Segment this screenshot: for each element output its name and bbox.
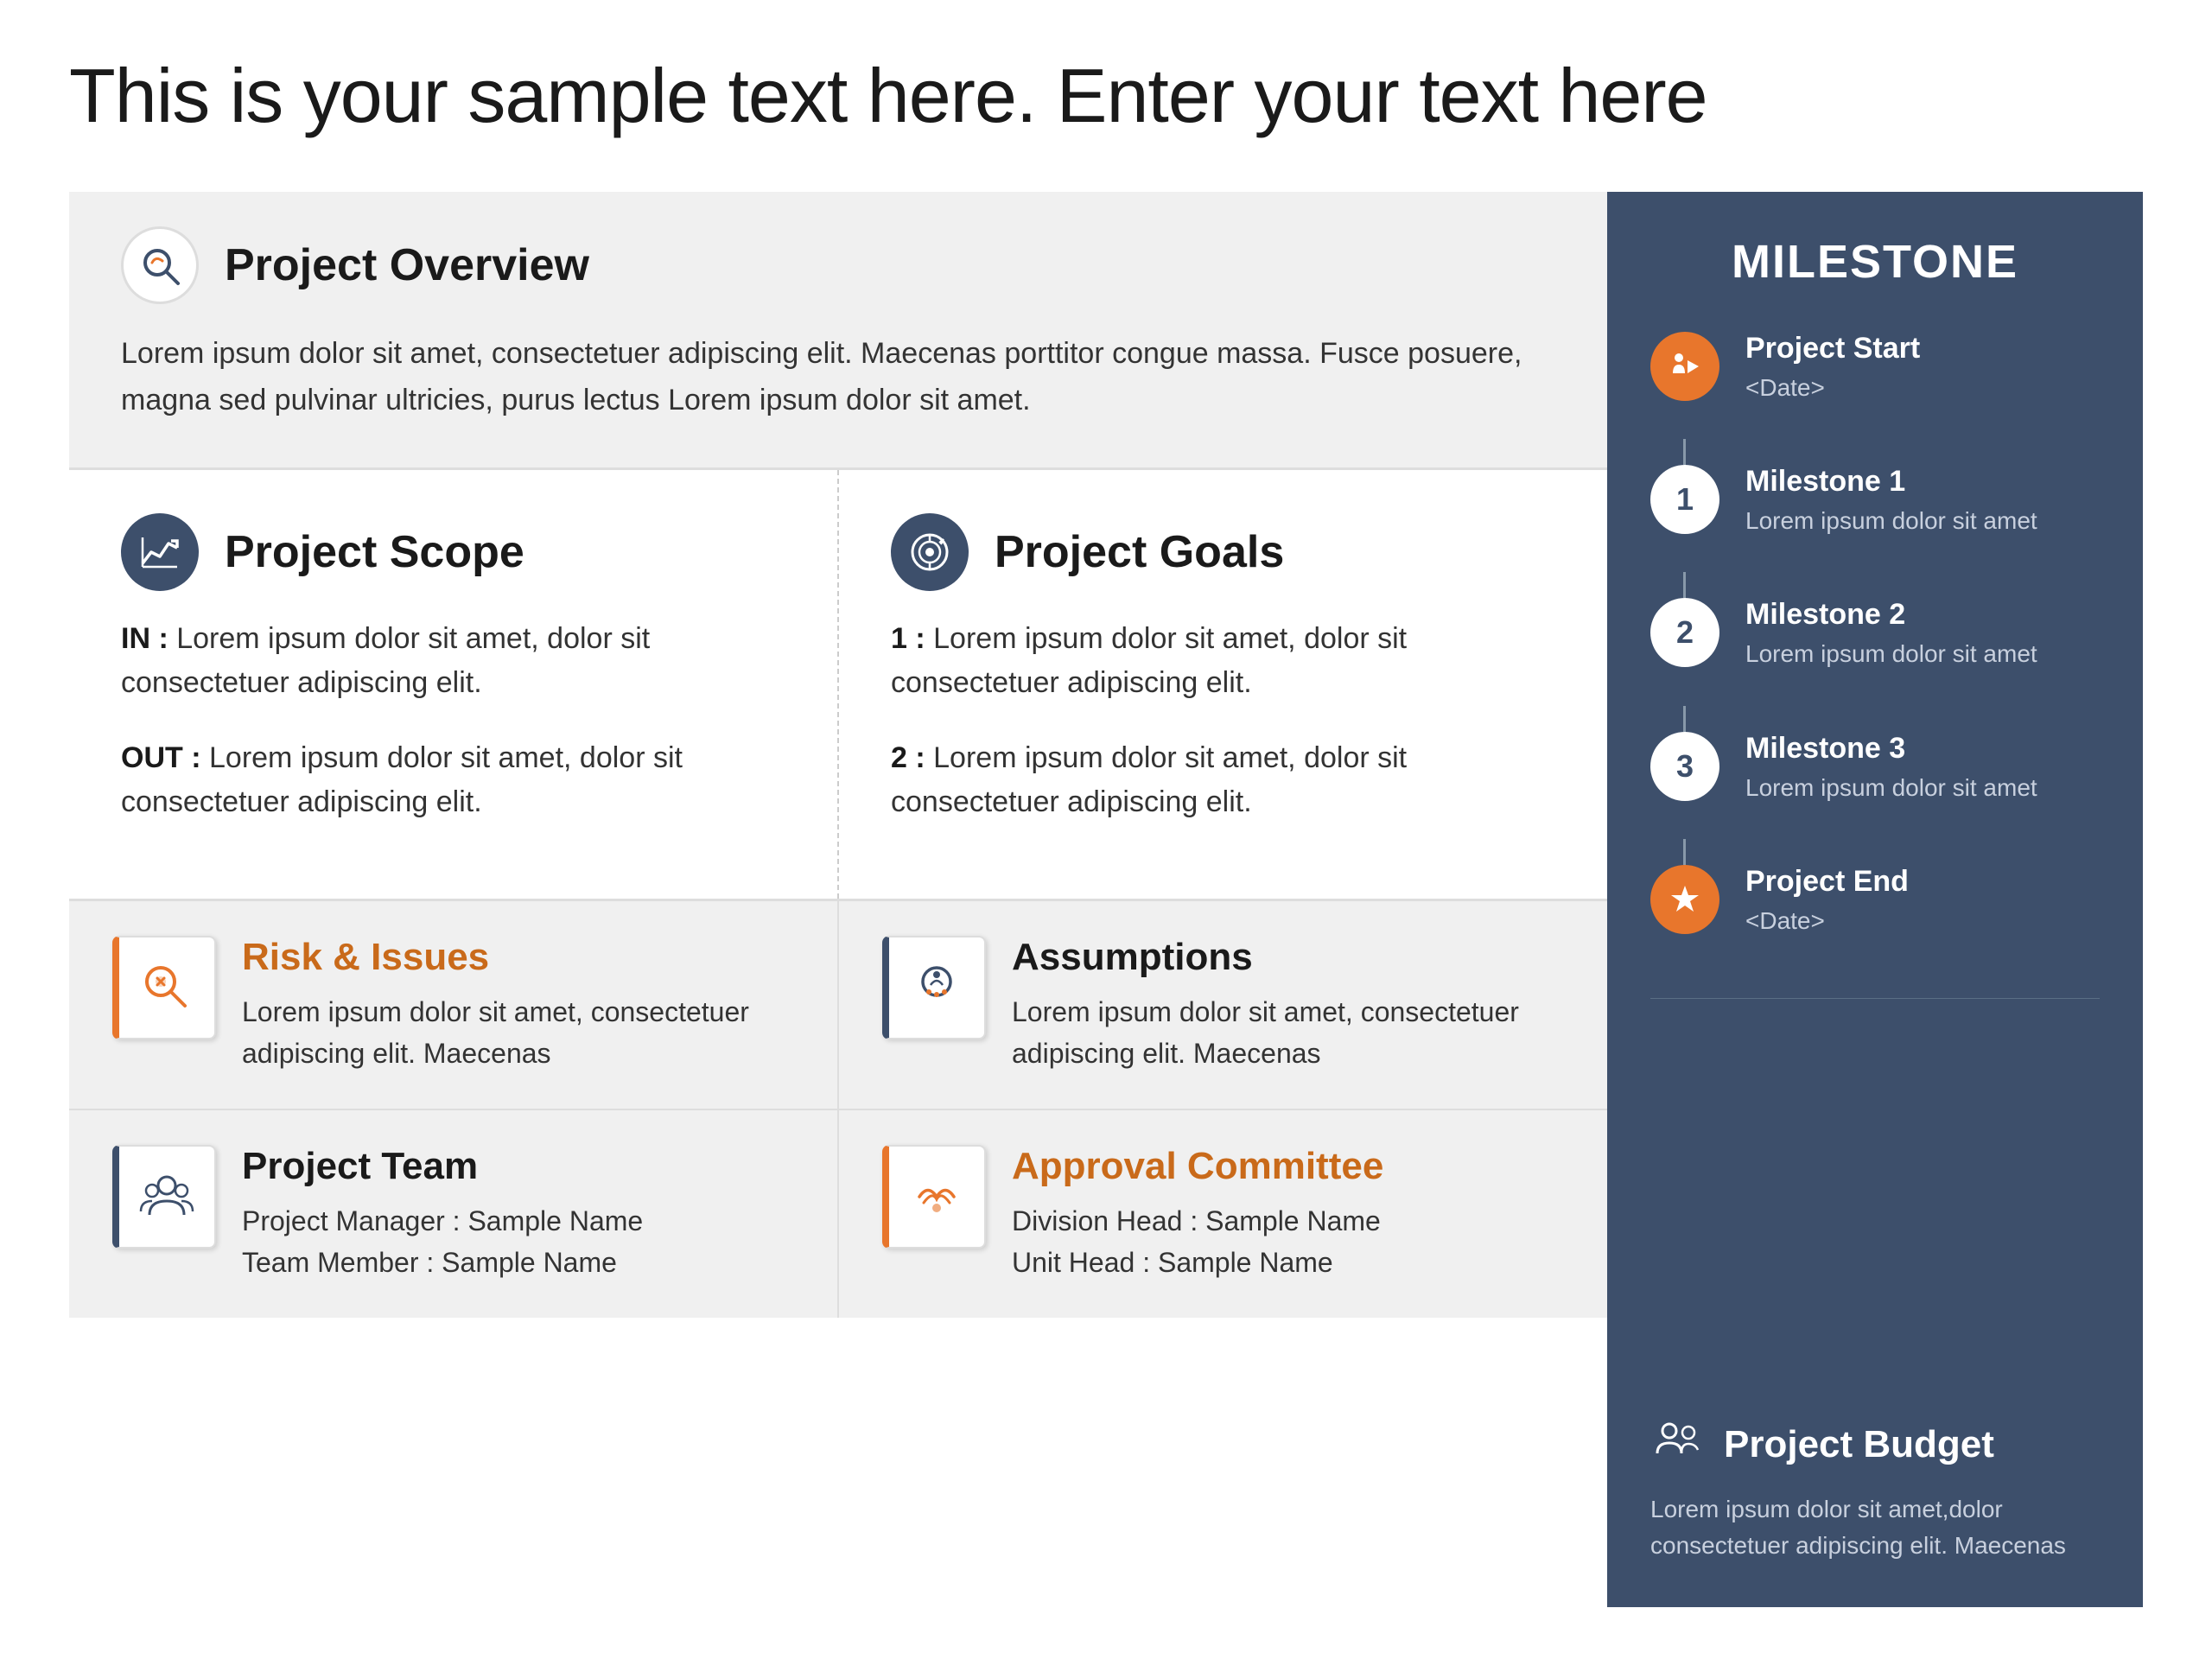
project-team-icon-box <box>112 1145 216 1249</box>
assumptions-content: Assumptions Lorem ipsum dolor sit amet, … <box>1012 936 1564 1074</box>
milestone-start-label: Project Start <box>1745 332 2100 365</box>
scope-out-label: OUT : <box>121 741 201 774</box>
milestone-3: 3 Milestone 3 Lorem ipsum dolor sit amet <box>1650 732 2100 804</box>
right-panel: MILESTONE Project Start <Date> <box>1607 192 2143 1607</box>
approval-committee-cell: Approval Committee Division Head : Sampl… <box>837 1110 1607 1318</box>
scope-item-in: IN : Lorem ipsum dolor sit amet, dolor s… <box>121 617 785 705</box>
milestone-start-text: Project Start <Date> <box>1745 332 2100 404</box>
project-goals-section: Project Goals 1 : Lorem ipsum dolor sit … <box>839 470 1607 899</box>
milestone-connector-3 <box>1683 706 1686 732</box>
milestone-end-circle <box>1650 865 1719 934</box>
project-overview-icon <box>121 226 199 304</box>
approval-committee-icon-box <box>882 1145 986 1249</box>
project-goals-icon <box>891 513 969 591</box>
milestone-end-text: Project End <Date> <box>1745 865 2100 938</box>
left-panel: Project Overview Lorem ipsum dolor sit a… <box>69 192 1607 1607</box>
main-title: This is your sample text here. Enter you… <box>69 52 2143 140</box>
assumptions-title: Assumptions <box>1012 936 1564 979</box>
bottom-section: Risk & Issues Lorem ipsum dolor sit amet… <box>69 901 1607 1318</box>
approval-committee-content: Approval Committee Division Head : Sampl… <box>1012 1145 1564 1283</box>
risk-assumptions-row: Risk & Issues Lorem ipsum dolor sit amet… <box>69 901 1607 1109</box>
milestone-1-text: Milestone 1 Lorem ipsum dolor sit amet <box>1745 465 2100 537</box>
project-overview-body: Lorem ipsum dolor sit amet, consectetuer… <box>121 330 1555 424</box>
goals-item-1: 1 : Lorem ipsum dolor sit amet, dolor si… <box>891 617 1555 705</box>
project-scope-header: Project Scope <box>121 513 785 591</box>
page: This is your sample text here. Enter you… <box>0 0 2212 1659</box>
milestone-project-end: Project End <Date> <box>1650 865 2100 938</box>
project-budget-title: Project Budget <box>1724 1423 1994 1466</box>
project-budget-body: Lorem ipsum dolor sit amet,dolor consect… <box>1650 1491 2100 1564</box>
project-scope-icon <box>121 513 199 591</box>
goals-2-text: Lorem ipsum dolor sit amet, dolor sit co… <box>891 741 1407 818</box>
project-scope-section: Project Scope IN : Lorem ipsum dolor sit… <box>69 470 839 899</box>
milestone-project-start: Project Start <Date> <box>1650 332 2100 404</box>
milestone-3-circle: 3 <box>1650 732 1719 801</box>
scope-out-text: Lorem ipsum dolor sit amet, dolor sit co… <box>121 741 683 818</box>
project-team-line2: Team Member : Sample Name <box>242 1242 794 1283</box>
goals-1-label: 1 : <box>891 622 925 655</box>
milestone-2-text: Milestone 2 Lorem ipsum dolor sit amet <box>1745 598 2100 671</box>
milestone-1-label: Milestone 1 <box>1745 465 2100 499</box>
risk-issues-title: Risk & Issues <box>242 936 794 979</box>
scope-in-text: Lorem ipsum dolor sit amet, dolor sit co… <box>121 622 650 699</box>
assumptions-cell: Assumptions Lorem ipsum dolor sit amet, … <box>837 901 1607 1109</box>
milestone-3-number: 3 <box>1676 748 1694 785</box>
middle-section: Project Scope IN : Lorem ipsum dolor sit… <box>69 467 1607 901</box>
milestone-connector-4 <box>1683 839 1686 865</box>
milestone-3-body: Lorem ipsum dolor sit amet <box>1745 771 2100 804</box>
milestone-2-body: Lorem ipsum dolor sit amet <box>1745 637 2100 671</box>
goals-1-text: Lorem ipsum dolor sit amet, dolor sit co… <box>891 622 1407 699</box>
project-budget-section: Project Budget Lorem ipsum dolor sit ame… <box>1650 1415 2100 1564</box>
milestone-start-body: <Date> <box>1745 371 2100 404</box>
milestone-start-circle <box>1650 332 1719 401</box>
project-overview-title: Project Overview <box>225 239 589 291</box>
milestone-1-body: Lorem ipsum dolor sit amet <box>1745 504 2100 537</box>
project-goals-header: Project Goals <box>891 513 1555 591</box>
project-goals-title: Project Goals <box>995 526 1284 578</box>
risk-issues-icon-box <box>112 936 216 1039</box>
project-team-content: Project Team Project Manager : Sample Na… <box>242 1145 794 1283</box>
scope-in-label: IN : <box>121 622 168 655</box>
milestone-2-circle: 2 <box>1650 598 1719 667</box>
milestone-1: 1 Milestone 1 Lorem ipsum dolor sit amet <box>1650 465 2100 537</box>
project-team-title: Project Team <box>242 1145 794 1188</box>
milestone-connector-1 <box>1683 439 1686 465</box>
milestone-connector-2 <box>1683 572 1686 598</box>
milestone-title: MILESTONE <box>1650 235 2100 289</box>
project-budget-header: Project Budget <box>1650 1415 2100 1474</box>
milestone-2: 2 Milestone 2 Lorem ipsum dolor sit amet <box>1650 598 2100 671</box>
project-team-line1: Project Manager : Sample Name <box>242 1200 794 1242</box>
approval-committee-line1: Division Head : Sample Name <box>1012 1200 1564 1242</box>
assumptions-icon-box <box>882 936 986 1039</box>
milestone-1-circle: 1 <box>1650 465 1719 534</box>
milestone-3-text: Milestone 3 Lorem ipsum dolor sit amet <box>1745 732 2100 804</box>
risk-issues-body: Lorem ipsum dolor sit amet, consectetuer… <box>242 991 794 1074</box>
content-area: Project Overview Lorem ipsum dolor sit a… <box>69 192 2143 1607</box>
risk-issues-content: Risk & Issues Lorem ipsum dolor sit amet… <box>242 936 794 1074</box>
project-scope-title: Project Scope <box>225 526 524 578</box>
assumptions-body: Lorem ipsum dolor sit amet, consectetuer… <box>1012 991 1564 1074</box>
milestone-2-number: 2 <box>1676 614 1694 651</box>
approval-committee-title: Approval Committee <box>1012 1145 1564 1188</box>
milestone-end-body: <Date> <box>1745 904 2100 938</box>
milestone-2-label: Milestone 2 <box>1745 598 2100 632</box>
project-budget-icon <box>1650 1415 1707 1474</box>
approval-committee-line2: Unit Head : Sample Name <box>1012 1242 1564 1283</box>
project-team-cell: Project Team Project Manager : Sample Na… <box>69 1110 837 1318</box>
milestone-3-label: Milestone 3 <box>1745 732 2100 766</box>
project-overview-header: Project Overview <box>121 226 1555 304</box>
risk-issues-cell: Risk & Issues Lorem ipsum dolor sit amet… <box>69 901 837 1109</box>
team-approval-row: Project Team Project Manager : Sample Na… <box>69 1109 1607 1318</box>
milestone-divider <box>1650 998 2100 999</box>
milestone-end-label: Project End <box>1745 865 2100 899</box>
goals-item-2: 2 : Lorem ipsum dolor sit amet, dolor si… <box>891 736 1555 824</box>
milestone-1-number: 1 <box>1676 481 1694 518</box>
goals-2-label: 2 : <box>891 741 925 774</box>
scope-item-out: OUT : Lorem ipsum dolor sit amet, dolor … <box>121 736 785 824</box>
project-overview-section: Project Overview Lorem ipsum dolor sit a… <box>69 192 1607 467</box>
